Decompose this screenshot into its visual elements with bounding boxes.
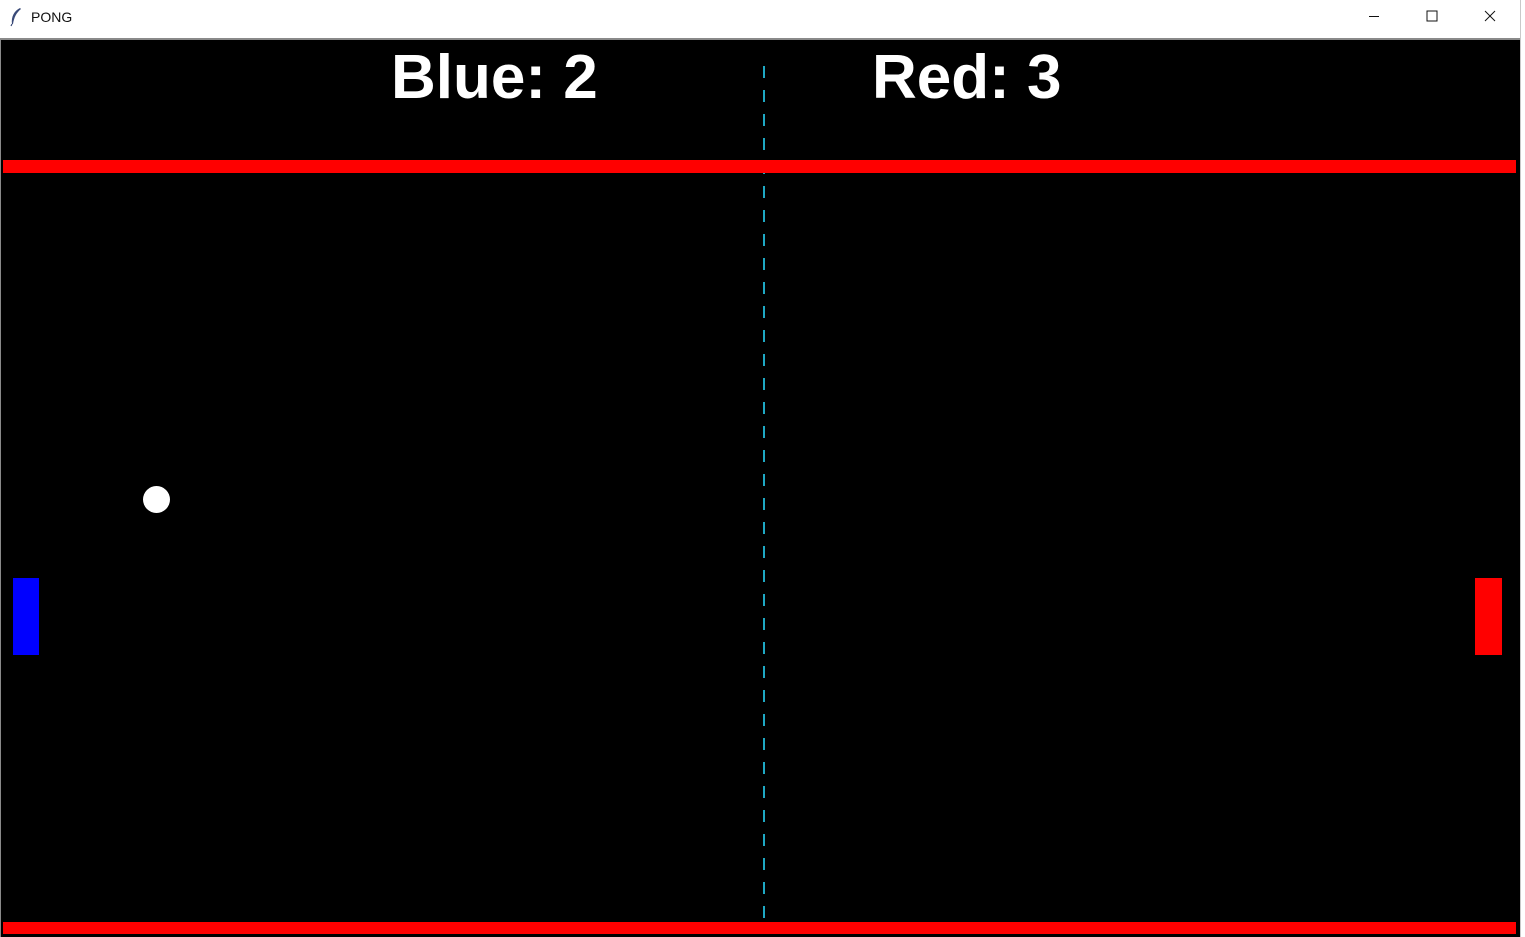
- maximize-button[interactable]: [1403, 0, 1461, 36]
- top-wall: [3, 160, 1516, 173]
- red-score: Red: 3: [872, 43, 1062, 112]
- blue-score: Blue: 2: [391, 43, 598, 112]
- ball: [143, 486, 170, 513]
- close-icon: [1484, 9, 1496, 27]
- pong-window: PONG Blue: 2 Red: 3: [0, 0, 1521, 937]
- center-line: [763, 66, 765, 924]
- close-button[interactable]: [1461, 0, 1519, 36]
- window-title: PONG: [31, 9, 73, 25]
- red-paddle: [1475, 578, 1502, 655]
- minimize-button[interactable]: [1345, 0, 1403, 36]
- feather-icon: [8, 7, 24, 27]
- game-canvas[interactable]: Blue: 2 Red: 3: [0, 38, 1520, 937]
- maximize-icon: [1426, 9, 1438, 27]
- title-bar[interactable]: PONG: [0, 0, 1520, 36]
- blue-paddle: [13, 578, 39, 655]
- minimize-icon: [1368, 9, 1380, 27]
- bottom-wall: [3, 922, 1516, 934]
